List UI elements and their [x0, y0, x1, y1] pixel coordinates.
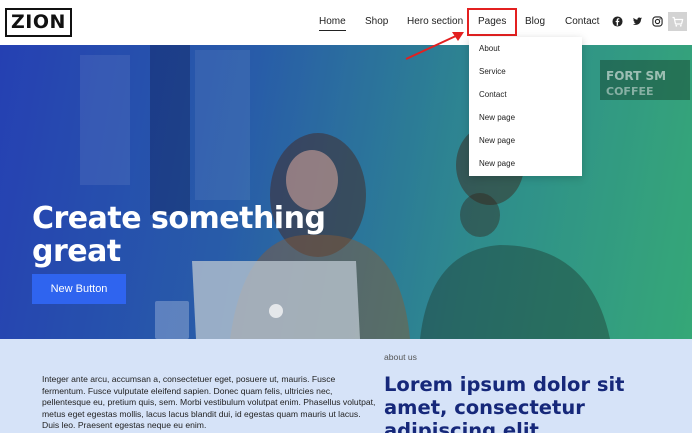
about-label: about us: [384, 352, 417, 362]
cart-button[interactable]: [668, 12, 687, 31]
svg-text:FORT SM: FORT SM: [606, 69, 666, 83]
hero-section: FORT SM COFFEE Create something great Ne…: [0, 45, 692, 339]
site-logo[interactable]: ZION: [5, 8, 72, 37]
hero-new-button[interactable]: New Button: [32, 274, 126, 304]
nav-home[interactable]: Home: [319, 16, 346, 31]
svg-text:COFFEE: COFFEE: [606, 85, 653, 98]
hero-title: Create something great: [32, 201, 326, 269]
pages-dropdown-menu: About Service Contact New page New page …: [469, 37, 582, 176]
nav-blog[interactable]: Blog: [525, 16, 545, 27]
pages-highlight-box: [467, 8, 517, 36]
facebook-icon[interactable]: [612, 16, 623, 27]
dropdown-item-contact[interactable]: Contact: [479, 90, 507, 99]
annotation-arrow-icon: [405, 32, 464, 60]
dropdown-item-new-page-3[interactable]: New page: [479, 159, 515, 168]
about-section: Integer ante arcu, accumsan a, consectet…: [0, 339, 692, 433]
dropdown-item-new-page-2[interactable]: New page: [479, 136, 515, 145]
nav-contact[interactable]: Contact: [565, 16, 599, 27]
dropdown-item-new-page-1[interactable]: New page: [479, 113, 515, 122]
dropdown-item-about[interactable]: About: [479, 44, 500, 53]
cart-icon: [672, 16, 684, 27]
about-body-text: Integer ante arcu, accumsan a, consectet…: [42, 374, 376, 431]
about-heading: Lorem ipsum dolor sit amet, consectetur …: [384, 373, 625, 433]
dropdown-item-service[interactable]: Service: [479, 67, 506, 76]
twitter-icon[interactable]: [632, 16, 643, 27]
nav-shop[interactable]: Shop: [365, 16, 388, 27]
instagram-icon[interactable]: [652, 16, 663, 27]
site-header: ZION Home Shop Hero section Pages Blog C…: [0, 0, 692, 45]
